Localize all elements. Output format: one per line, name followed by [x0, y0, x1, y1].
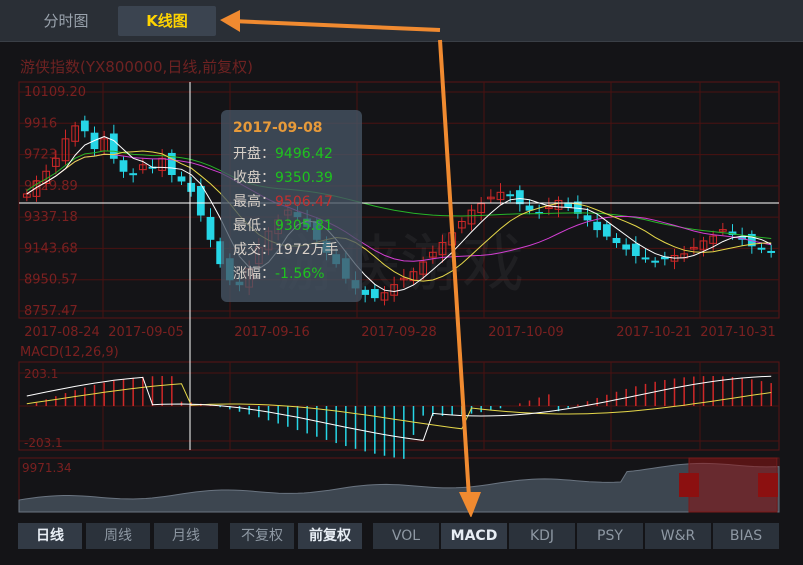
price-axis-label: 9337.18 — [24, 210, 78, 225]
adjust-none-button[interactable]: 不复权 — [230, 523, 294, 549]
candle-down — [583, 215, 592, 221]
tooltip-open-label: 开盘： — [233, 146, 275, 162]
candle-down — [129, 173, 138, 176]
candle-tooltip: 2017-09-08 开盘：9496.42 收盘：9350.39 最高：9506… — [221, 110, 362, 302]
price-axis-label: 9143.68 — [24, 241, 78, 256]
candle-down — [641, 257, 650, 260]
price-axis-label: 9529.89 — [24, 179, 78, 194]
bottom-toolbar: 日线 周线 月线 不复权 前复权 VOL MACD KDJ PSY W&R BI… — [0, 517, 803, 565]
macd-top-label: 203.1 — [24, 367, 58, 381]
tooltip-close-label: 收盘： — [233, 170, 275, 186]
tooltip-change-row: 涨幅：-1.56% — [233, 262, 350, 286]
kline-chart[interactable]: 10109.20991697239529.899337.189143.68895… — [0, 0, 803, 565]
macd-bottom-label: -203.1 — [24, 436, 63, 450]
indicator-kdj-button[interactable]: KDJ — [509, 523, 575, 549]
candle-down — [602, 224, 611, 237]
candle-down — [506, 194, 515, 197]
overview-area — [18, 462, 780, 513]
price-axis-label: 10109.20 — [24, 85, 86, 100]
candle-down — [515, 190, 524, 205]
date-axis-label: 2017-09-05 — [108, 325, 184, 340]
date-axis-label: 2017-08-24 — [24, 325, 100, 340]
candle-down — [361, 289, 370, 295]
candle-down — [370, 289, 379, 299]
candle-down — [612, 237, 621, 244]
annotation-arrow-tab-head — [220, 10, 240, 32]
overview-right-handle — [758, 473, 778, 497]
indicator-bias-button[interactable]: BIAS — [713, 523, 779, 549]
candle-down — [119, 160, 128, 172]
period-day-button[interactable]: 日线 — [18, 523, 82, 549]
candle-down — [622, 244, 631, 250]
candle-down — [593, 221, 602, 231]
adjust-forward-button[interactable]: 前复权 — [298, 523, 362, 549]
candle-down — [651, 260, 660, 263]
candle-down — [80, 120, 89, 132]
price-axis-label: 8757.47 — [24, 304, 78, 319]
indicator-wr-button[interactable]: W&R — [645, 523, 711, 549]
candle-down — [187, 182, 196, 192]
annotation-arrow-tab-shaft — [231, 19, 441, 32]
tooltip-high-value: 9506.47 — [275, 194, 333, 210]
tooltip-volume-row: 成交：1972万手 — [233, 238, 350, 262]
tooltip-high-label: 最高： — [233, 194, 275, 210]
candle-down — [206, 216, 215, 240]
tooltip-low-label: 最低： — [233, 218, 275, 234]
tooltip-close-value: 9350.39 — [275, 170, 333, 186]
ma60-line — [26, 150, 772, 239]
period-week-button[interactable]: 周线 — [86, 523, 150, 549]
indicator-vol-button[interactable]: VOL — [373, 523, 439, 549]
date-axis-label: 2017-10-21 — [616, 325, 692, 340]
candle-down — [631, 243, 640, 257]
period-month-button[interactable]: 月线 — [154, 523, 218, 549]
tooltip-close-row: 收盘：9350.39 — [233, 166, 350, 190]
tooltip-volume-label: 成交： — [233, 242, 275, 258]
macd-label: MACD(12,26,9) — [20, 345, 119, 360]
tooltip-open-row: 开盘：9496.42 — [233, 142, 350, 166]
tooltip-high-row: 最高：9506.47 — [233, 190, 350, 214]
tooltip-volume-value: 1972万手 — [275, 242, 339, 258]
price-axis-label: 9916 — [24, 116, 57, 131]
overview-max-label: 9971.34 — [22, 461, 72, 475]
price-axis-label: 8950.57 — [24, 273, 78, 288]
candle-down — [757, 247, 766, 250]
indicator-psy-button[interactable]: PSY — [577, 523, 643, 549]
candle-down — [196, 185, 205, 216]
date-axis-label: 2017-10-09 — [488, 325, 564, 340]
indicator-macd-button[interactable]: MACD — [441, 523, 507, 549]
overview-left-handle — [679, 473, 699, 497]
date-axis-label: 2017-09-28 — [361, 325, 437, 340]
tooltip-change-label: 涨幅： — [233, 266, 275, 282]
tooltip-low-value: 9305.81 — [275, 218, 333, 234]
tooltip-open-value: 9496.42 — [275, 146, 333, 162]
candle-down — [177, 176, 186, 182]
candle-down — [767, 250, 776, 253]
candle-down — [525, 205, 534, 211]
tooltip-change-value: -1.56% — [275, 266, 325, 282]
date-axis-label: 2017-09-16 — [234, 325, 310, 340]
tooltip-low-row: 最低：9305.81 — [233, 214, 350, 238]
tooltip-date: 2017-09-08 — [233, 120, 323, 136]
date-axis-label: 2017-10-31 — [700, 325, 776, 340]
